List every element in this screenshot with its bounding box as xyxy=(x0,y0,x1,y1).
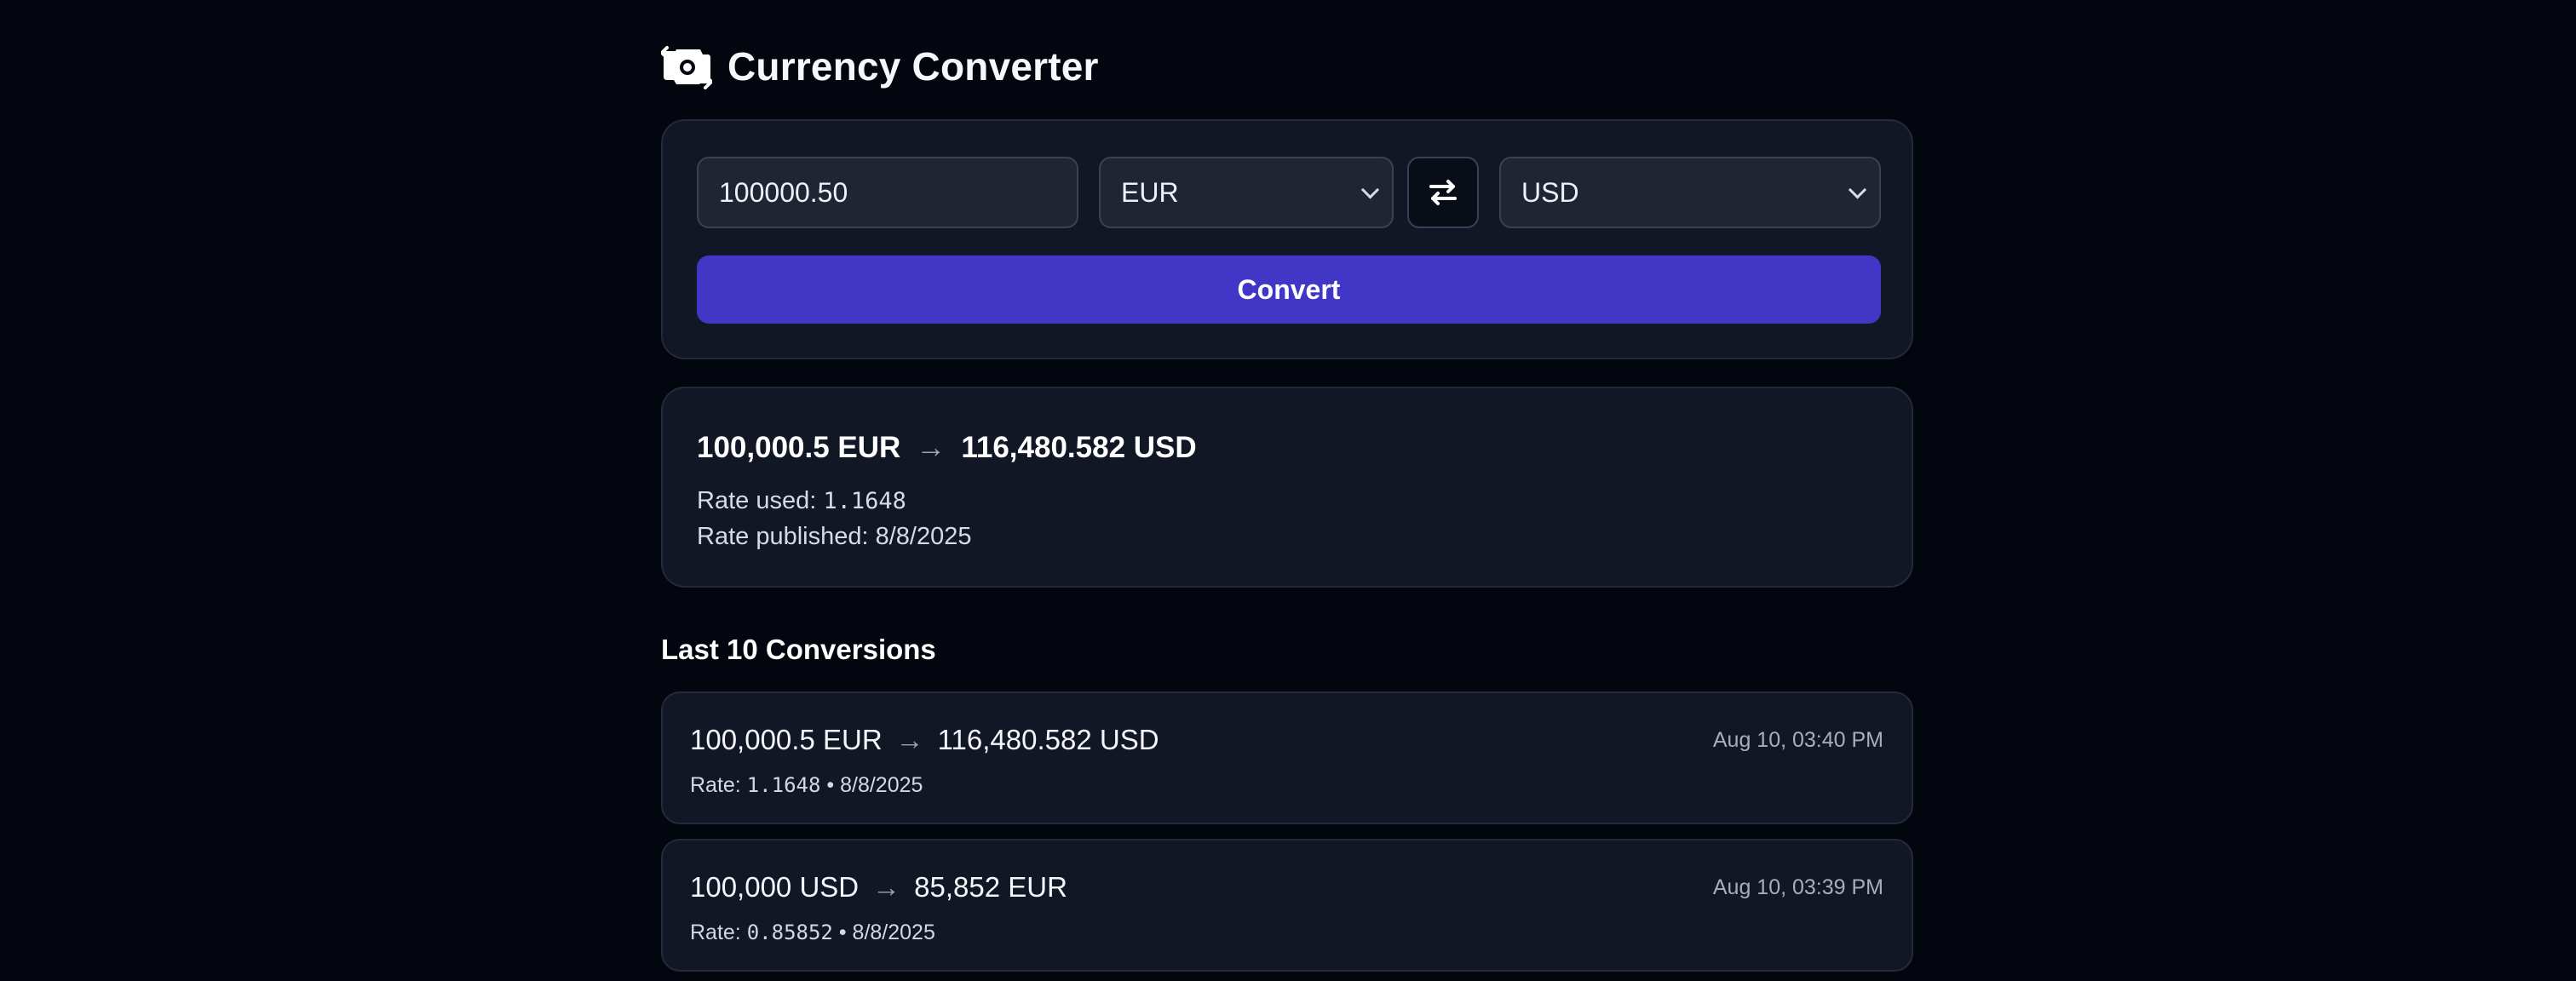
rate-published-value: 8/8/2025 xyxy=(875,523,972,550)
arrow-right-icon: → xyxy=(895,724,924,755)
history-to-amount: 116,480.582 USD xyxy=(937,724,1159,755)
to-currency-select[interactable]: USD xyxy=(1499,157,1881,228)
history-from-amount: 100,000 USD xyxy=(690,871,860,903)
history-published-date: 8/8/2025 xyxy=(840,773,923,797)
history-item: 100,000.5 EUR → 116,480.582 USD Rate: 1.… xyxy=(661,691,1913,824)
rate-published-label: Rate published: xyxy=(697,523,869,550)
result-to-amount: 116,480.582 USD xyxy=(961,431,1197,464)
rate-published-line: Rate published: 8/8/2025 xyxy=(697,523,971,551)
arrow-right-icon: → xyxy=(872,871,901,903)
history-item: 100,000 USD → 85,852 EUR Rate: 0.85852 •… xyxy=(661,839,1913,972)
currency-exchange-icon xyxy=(661,46,712,89)
history-timestamp: Aug 10, 03:39 PM xyxy=(1712,875,1883,899)
history-rate-label: Rate: xyxy=(690,773,741,797)
history-published-date: 8/8/2025 xyxy=(852,921,935,944)
history-timestamp: Aug 10, 03:40 PM xyxy=(1712,728,1883,752)
page-title: Currency Converter xyxy=(727,44,1099,89)
history-rate-meta: Rate: 0.85852 • 8/8/2025 xyxy=(690,921,935,945)
history-from-amount: 100,000.5 EUR xyxy=(690,724,883,755)
result-from-amount: 100,000.5 EUR xyxy=(697,431,901,464)
history-to-amount: 85,852 EUR xyxy=(914,871,1067,903)
rate-used-line: Rate used: 1.1648 xyxy=(697,487,906,515)
from-currency-select[interactable]: EUR xyxy=(1099,157,1394,228)
swap-arrows-icon xyxy=(1429,180,1457,205)
history-rate-label: Rate: xyxy=(690,921,741,944)
to-currency-value: USD xyxy=(1521,176,1579,208)
history-rate-value: 0.85852 xyxy=(746,921,833,944)
rate-used-label: Rate used: xyxy=(697,487,817,514)
history-rate-meta: Rate: 1.1648 • 8/8/2025 xyxy=(690,773,923,798)
amount-input[interactable]: 100000.50 xyxy=(697,157,1078,228)
converter-form-card: 100000.50 EUR USD Convert xyxy=(661,119,1913,359)
convert-button[interactable]: Convert xyxy=(697,255,1881,324)
conversion-result-card: 100,000.5 EUR → 116,480.582 USD Rate use… xyxy=(661,387,1913,588)
meta-separator: • xyxy=(838,921,847,944)
history-rate-value: 1.1648 xyxy=(746,773,821,797)
arrow-right-icon: → xyxy=(916,431,946,464)
page-header: Currency Converter xyxy=(661,41,1099,92)
from-currency-value: EUR xyxy=(1121,176,1179,208)
history-conversion: 100,000 USD → 85,852 EUR xyxy=(690,871,1067,904)
rate-used-value: 1.1648 xyxy=(823,488,906,514)
chevron-down-icon xyxy=(1848,181,1867,199)
chevron-down-icon xyxy=(1360,181,1380,199)
history-title: Last 10 Conversions xyxy=(661,634,936,665)
history-conversion: 100,000.5 EUR → 116,480.582 USD xyxy=(690,724,1159,756)
swap-currencies-button[interactable] xyxy=(1407,157,1479,228)
meta-separator: • xyxy=(826,773,835,797)
result-conversion: 100,000.5 EUR → 116,480.582 USD xyxy=(697,431,1197,465)
